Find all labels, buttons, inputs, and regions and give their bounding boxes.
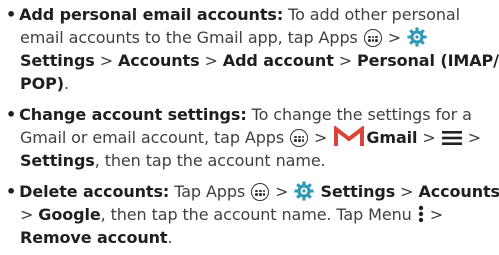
separator: >	[417, 128, 441, 147]
item1-title: Add personal email accounts:	[19, 5, 284, 24]
item2-line3-text: , then tap the account name.	[94, 151, 326, 170]
menu-icon	[441, 130, 462, 145]
bullet: •	[6, 105, 17, 124]
period: .	[63, 74, 69, 93]
gmail-label: Gmail	[366, 128, 418, 147]
item1-text: To add other personal	[283, 5, 460, 24]
settings-label: Settings	[20, 51, 95, 70]
separator: >	[382, 28, 407, 47]
item3-line1: • Delete accounts: Tap Apps > Settings >…	[6, 180, 499, 203]
period: .	[167, 228, 173, 247]
item3-text: Tap Apps	[169, 182, 246, 201]
help-document: • Add personal email accounts: To add oth…	[0, 0, 499, 255]
gmail-icon	[334, 125, 365, 146]
settings-label: Settings	[20, 151, 95, 170]
separator: >	[424, 205, 444, 224]
apps-icon	[290, 128, 309, 147]
separator: >	[270, 182, 294, 201]
personal-imap-label: Personal (IMAP/	[357, 51, 499, 70]
item1-line3: Settings > Accounts > Add account > Pers…	[20, 50, 499, 72]
item3-title: Delete accounts:	[19, 182, 170, 201]
remove-account-label: Remove account	[20, 228, 168, 247]
apps-icon	[363, 28, 382, 47]
item1-line2-text: email accounts to the Gmail app, tap App…	[20, 28, 358, 47]
separator: >	[395, 182, 419, 201]
item2-text: To change the settings for a	[246, 105, 472, 124]
item2-line3: Settings, then tap the account name.	[20, 150, 326, 172]
google-label: Google	[38, 205, 101, 224]
item1-line2: email accounts to the Gmail app, tap App…	[20, 26, 428, 49]
item2-line2-text: Gmail or email account, tap Apps	[20, 128, 285, 147]
item3-line2-text: , then tap the account name. Tap Menu	[100, 205, 412, 224]
separator: >	[199, 51, 223, 70]
bullet: •	[6, 5, 17, 24]
separator: >	[333, 51, 358, 70]
separator: >	[309, 128, 333, 147]
kebab-icon	[418, 205, 423, 222]
accounts-label: Accounts	[418, 182, 499, 201]
bullet: •	[6, 182, 17, 201]
gear-icon	[294, 180, 315, 201]
item2-line1: • Change account settings: To change the …	[6, 104, 472, 126]
item3-line2: > Google, then tap the account name. Tap…	[20, 204, 443, 226]
item2-line2: Gmail or email account, tap Apps > Gmail…	[20, 125, 481, 149]
accounts-label: Accounts	[118, 51, 200, 70]
separator: >	[20, 205, 39, 224]
item1-line4: POP).	[20, 73, 69, 95]
item3-line3: Remove account.	[20, 227, 173, 249]
apps-icon	[251, 182, 270, 201]
item1-line1: • Add personal email accounts: To add oth…	[6, 4, 460, 26]
add-account-label: Add account	[222, 51, 334, 70]
item2-title: Change account settings:	[19, 105, 247, 124]
separator: >	[462, 128, 481, 147]
pop-label: POP)	[20, 74, 64, 93]
separator: >	[94, 51, 119, 70]
gear-icon	[407, 26, 427, 47]
settings-label: Settings	[320, 182, 396, 201]
